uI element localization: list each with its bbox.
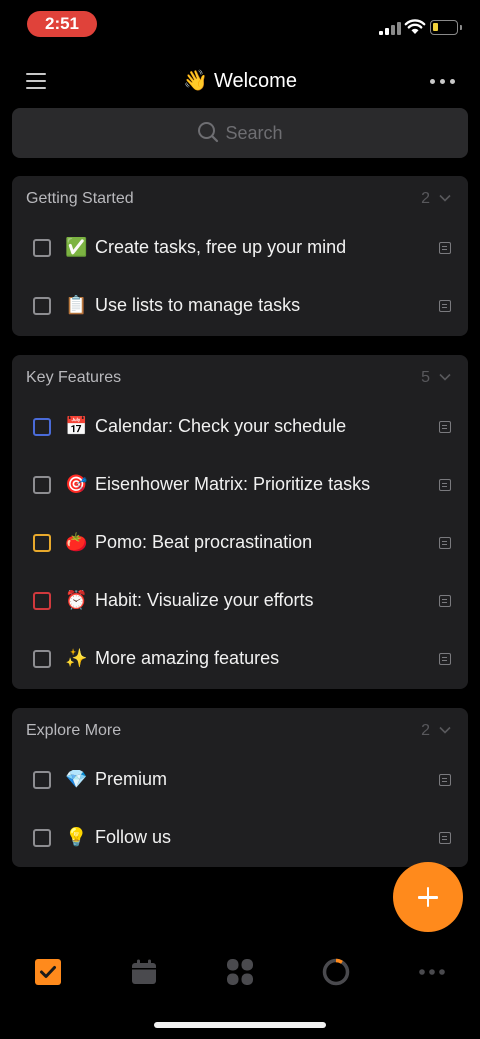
tab-tasks[interactable]	[34, 958, 62, 986]
task-title: Follow us	[95, 827, 172, 847]
page-title: 👋 Welcome	[0, 68, 480, 93]
task-checkbox[interactable]	[33, 476, 51, 494]
task-checkbox[interactable]	[33, 650, 51, 668]
cellular-signal-icon	[379, 21, 401, 35]
section-getting-started: Getting Started 2 ✅ Create tasks, free up…	[12, 176, 468, 336]
task-title: Use lists to manage tasks	[95, 295, 301, 315]
task-title: Premium	[95, 769, 168, 789]
note-icon	[439, 300, 451, 312]
tab-more[interactable]	[418, 958, 446, 986]
task-item[interactable]: 📅 Calendar: Check your schedule	[12, 399, 468, 457]
tab-bar	[0, 942, 480, 1002]
waving-hand-icon: 👋	[183, 70, 208, 92]
search-icon	[198, 122, 219, 143]
section-title: Explore More	[26, 722, 122, 739]
chevron-down-icon[interactable]	[438, 370, 452, 384]
section-header[interactable]: Key Features 5	[12, 355, 468, 399]
section-title: Getting Started	[26, 190, 134, 207]
task-item[interactable]: ✅ Create tasks, free up your mind	[12, 220, 468, 278]
task-checkbox[interactable]	[33, 239, 51, 257]
chevron-down-icon[interactable]	[438, 191, 452, 205]
section-key-features: Key Features 5 📅 Calendar: Check your sch…	[12, 355, 468, 689]
section-header[interactable]: Explore More 2	[12, 708, 468, 752]
battery-icon	[430, 20, 462, 35]
task-item[interactable]: 📋 Use lists to manage tasks	[12, 278, 468, 336]
status-bar: 2:51	[0, 0, 480, 48]
note-icon	[439, 832, 451, 844]
task-title: Eisenhower Matrix: Prioritize tasks	[95, 474, 371, 494]
search-bar[interactable]: Search	[12, 108, 468, 158]
task-checkbox[interactable]	[33, 534, 51, 552]
tab-pomo[interactable]	[322, 958, 350, 986]
task-item[interactable]: 🎯 Eisenhower Matrix: Prioritize tasks	[12, 457, 468, 515]
target-icon: 🎯	[65, 474, 88, 494]
task-item[interactable]: 🍅 Pomo: Beat procrastination	[12, 515, 468, 573]
task-checkbox[interactable]	[33, 592, 51, 610]
task-title: More amazing features	[95, 648, 280, 668]
wifi-icon	[404, 19, 426, 34]
search-placeholder: Search	[225, 123, 283, 143]
task-title: Pomo: Beat procrastination	[95, 532, 313, 552]
section-header[interactable]: Getting Started 2	[12, 176, 468, 220]
note-icon	[439, 242, 451, 254]
tab-matrix[interactable]	[226, 958, 254, 986]
task-title: Create tasks, free up your mind	[95, 237, 347, 257]
section-count: 5	[421, 369, 430, 386]
task-checkbox[interactable]	[33, 829, 51, 847]
task-checkbox[interactable]	[33, 297, 51, 315]
add-task-button[interactable]	[393, 862, 463, 932]
task-checkbox[interactable]	[33, 771, 51, 789]
plus-icon	[426, 887, 430, 907]
check-mark-icon: ✅	[65, 237, 88, 257]
note-icon	[439, 421, 451, 433]
tab-calendar[interactable]	[130, 958, 158, 986]
section-count: 2	[421, 722, 430, 739]
clipboard-icon: 📋	[65, 295, 88, 315]
home-indicator	[154, 1022, 326, 1028]
note-icon	[439, 537, 451, 549]
task-item[interactable]: 💡 Follow us	[12, 810, 468, 868]
note-icon	[439, 479, 451, 491]
section-explore-more: Explore More 2 💎 Premium 💡 Follow us	[12, 708, 468, 867]
task-item[interactable]: 💎 Premium	[12, 752, 468, 810]
status-time: 2:51	[27, 11, 97, 37]
page-title-text: Welcome	[213, 70, 297, 92]
task-item[interactable]: ✨ More amazing features	[12, 631, 468, 689]
note-icon	[439, 774, 451, 786]
calendar-emoji-icon: 📅	[65, 416, 88, 436]
task-item[interactable]: ⏰ Habit: Visualize your efforts	[12, 573, 468, 631]
note-icon	[439, 653, 451, 665]
section-title: Key Features	[26, 369, 122, 386]
alarm-clock-icon: ⏰	[65, 590, 88, 610]
task-title: Habit: Visualize your efforts	[95, 590, 314, 610]
app-header: 👋 Welcome	[0, 60, 480, 104]
task-checkbox[interactable]	[33, 418, 51, 436]
gem-icon: 💎	[65, 769, 88, 789]
task-title: Calendar: Check your schedule	[95, 416, 347, 436]
light-bulb-icon: 💡	[65, 827, 88, 847]
note-icon	[439, 595, 451, 607]
section-count: 2	[421, 190, 430, 207]
tomato-icon: 🍅	[65, 532, 88, 552]
more-options-icon[interactable]	[430, 79, 456, 85]
chevron-down-icon[interactable]	[438, 723, 452, 737]
sparkles-icon: ✨	[65, 648, 88, 668]
